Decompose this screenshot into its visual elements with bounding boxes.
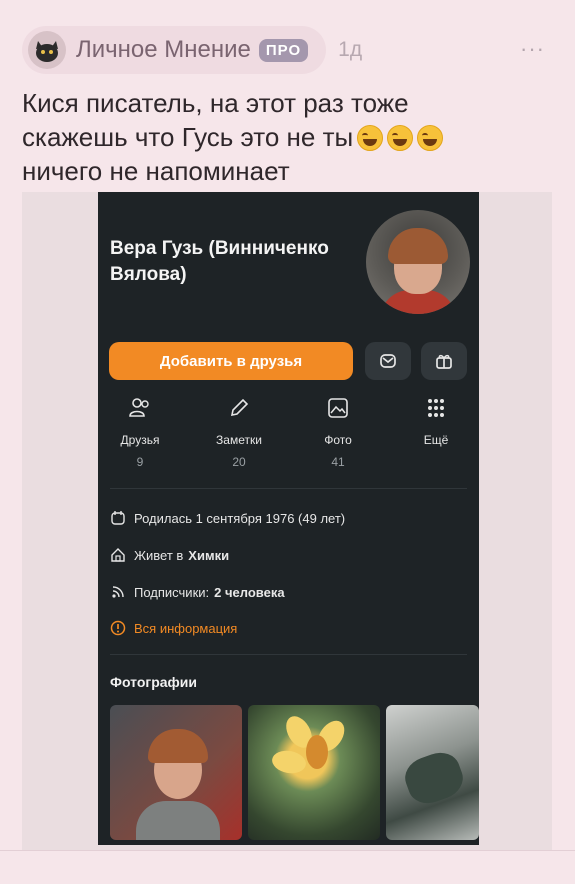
followers-prefix: Подписчики: (134, 584, 210, 600)
divider (110, 488, 467, 489)
more-options-button[interactable]: ··· (520, 36, 545, 62)
gift-icon (436, 354, 452, 369)
calendar-icon (111, 511, 125, 525)
post-header: Личное Мнение ПРО 1д (22, 26, 362, 74)
divider (0, 850, 575, 851)
post-text-line: ничего не напоминает (22, 156, 290, 186)
pro-badge: ПРО (258, 38, 309, 62)
grid-icon (428, 399, 444, 417)
stat-notes[interactable]: Заметки 20 (204, 397, 274, 469)
city-link[interactable]: Химки (188, 548, 229, 563)
post-text-segment: скажешь что Гусь это не ты (22, 122, 354, 152)
city-row: Живет в Химки (110, 547, 229, 563)
laughing-emoji-icon (357, 125, 384, 151)
photos-title: Фотографии (110, 674, 198, 690)
all-info-text: Вся информация (134, 620, 238, 636)
divider (110, 654, 467, 655)
message-button[interactable] (365, 342, 411, 380)
profile-stats: Друзья 9 Заметки 20 Фото 41 Ещё (98, 397, 479, 477)
stat-count: 20 (232, 455, 246, 469)
stat-count: 41 (331, 455, 345, 469)
laughing-emoji-icon (387, 125, 414, 151)
photo-thumbnail[interactable] (248, 705, 380, 840)
rss-icon (112, 586, 124, 598)
post-time: 1д (338, 38, 363, 61)
author-chip[interactable]: Личное Мнение ПРО (22, 26, 327, 74)
photo-icon (328, 398, 348, 418)
profile-screenshot: Вера Гузь (Винниченко Вялова) Добавить в… (98, 192, 479, 845)
author-name[interactable]: Личное Мнение (76, 36, 251, 64)
stat-label: Фото (324, 433, 352, 447)
birthday-row: Родилась 1 сентября 1976 (49 лет) (110, 510, 345, 526)
post-text: Кися писатель, на этот раз тоже скажешь … (22, 86, 542, 188)
photo-thumbnail[interactable] (386, 705, 479, 840)
add-friend-button[interactable]: Добавить в друзья (109, 342, 353, 380)
message-icon (380, 354, 396, 368)
avatar[interactable] (28, 31, 66, 69)
post-text-line: скажешь что Гусь это не ты (22, 120, 542, 154)
profile-photo[interactable] (366, 210, 470, 314)
home-icon (111, 548, 125, 562)
stat-photos[interactable]: Фото 41 (303, 397, 373, 469)
stat-friends[interactable]: Друзья 9 (105, 397, 175, 469)
stat-label: Друзья (120, 433, 160, 447)
stat-label: Заметки (216, 433, 262, 447)
cat-avatar-icon (36, 41, 58, 62)
birthday-text: Родилась 1 сентября 1976 (49 лет) (134, 510, 346, 526)
followers-row: Подписчики: 2 человека (110, 584, 285, 600)
followers-count[interactable]: 2 человека (214, 585, 284, 600)
all-info-link[interactable]: Вся информация (110, 620, 237, 636)
gift-button[interactable] (421, 342, 467, 380)
info-icon (110, 620, 126, 636)
photo-thumbnail[interactable] (110, 705, 242, 840)
city-prefix: Живет в (134, 547, 184, 563)
pencil-icon (230, 398, 249, 417)
post-text-line: Кися писатель, на этот раз тоже (22, 88, 409, 118)
laughing-emoji-icon (417, 125, 444, 151)
friends-icon (129, 398, 149, 417)
stat-more[interactable]: Ещё (401, 397, 471, 455)
profile-name: Вера Гузь (Винниченко Вялова) (110, 238, 329, 285)
stat-label: Ещё (423, 433, 449, 447)
stat-count: 9 (136, 455, 144, 469)
